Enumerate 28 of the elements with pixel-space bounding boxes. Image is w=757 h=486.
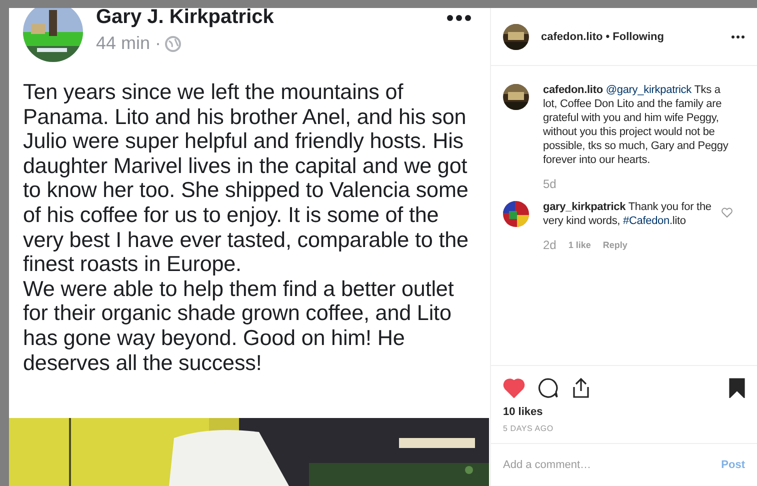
avatar-drawing xyxy=(23,8,83,62)
more-icon[interactable] xyxy=(446,14,472,22)
post-time: 44 min · xyxy=(96,33,162,54)
comment-text: cafedon.lito @gary_kirkpatrick Tks a lot, Coffee Don Lito and the family are grateful with you and him wife Peggy, without you this project would not be possible, tks so much, Gary and Peggy forever into our hearts. xyxy=(543,83,730,167)
avatar-drawing[interactable] xyxy=(503,201,529,227)
heart-icon[interactable] xyxy=(721,207,733,218)
follow-status[interactable]: • Following xyxy=(606,30,664,42)
comment-age: 5d xyxy=(543,177,556,191)
username-link[interactable]: gary_kirkpatrick xyxy=(543,201,626,213)
globe-icon xyxy=(165,36,182,52)
post-date: 5 DAYS AGO xyxy=(502,423,554,435)
username-link[interactable]: cafedon.lito xyxy=(543,84,603,96)
avatar-drawing[interactable] xyxy=(503,24,529,50)
author-name: Gary J. Kirkpatrick xyxy=(96,8,275,29)
post-text: Ten years since we left the mountains of Panama. Lito and his brother Anel, and his son Julio were super helpful and friendly hosts. His daughter Marivel lives in the capital and we got to know her too. She shipped to Valencia some of his coffee for us to enjoy. It is some of the very best I have ever tasted, comparable to the finest roasts in Europe. xyxy=(23,80,469,277)
bookmark-icon[interactable] xyxy=(729,378,745,398)
like-count[interactable]: 10 likes xyxy=(491,402,757,418)
more-icon[interactable] xyxy=(731,34,745,38)
mention-link[interactable]: @gary_kirkpatrick xyxy=(606,84,692,96)
avatar-drawing[interactable] xyxy=(503,84,529,110)
share-icon[interactable] xyxy=(571,377,591,399)
username-link[interactable]: cafedon.lito xyxy=(541,30,603,42)
comment-text: gary_kirkpatrick Thank you for the very kind words, #Cafedon.lito xyxy=(543,200,712,228)
comment-age: 2d xyxy=(543,238,556,252)
heart-icon[interactable] xyxy=(503,378,525,398)
speech-bubble-icon[interactable] xyxy=(537,377,559,399)
post-text: We were able to help them find a better outlet for their organic shade grown coffee, and Lito has gone way beyond. Good on him! He deserves all the success! xyxy=(23,276,455,376)
mention-link[interactable]: #Cafedon xyxy=(622,215,670,227)
